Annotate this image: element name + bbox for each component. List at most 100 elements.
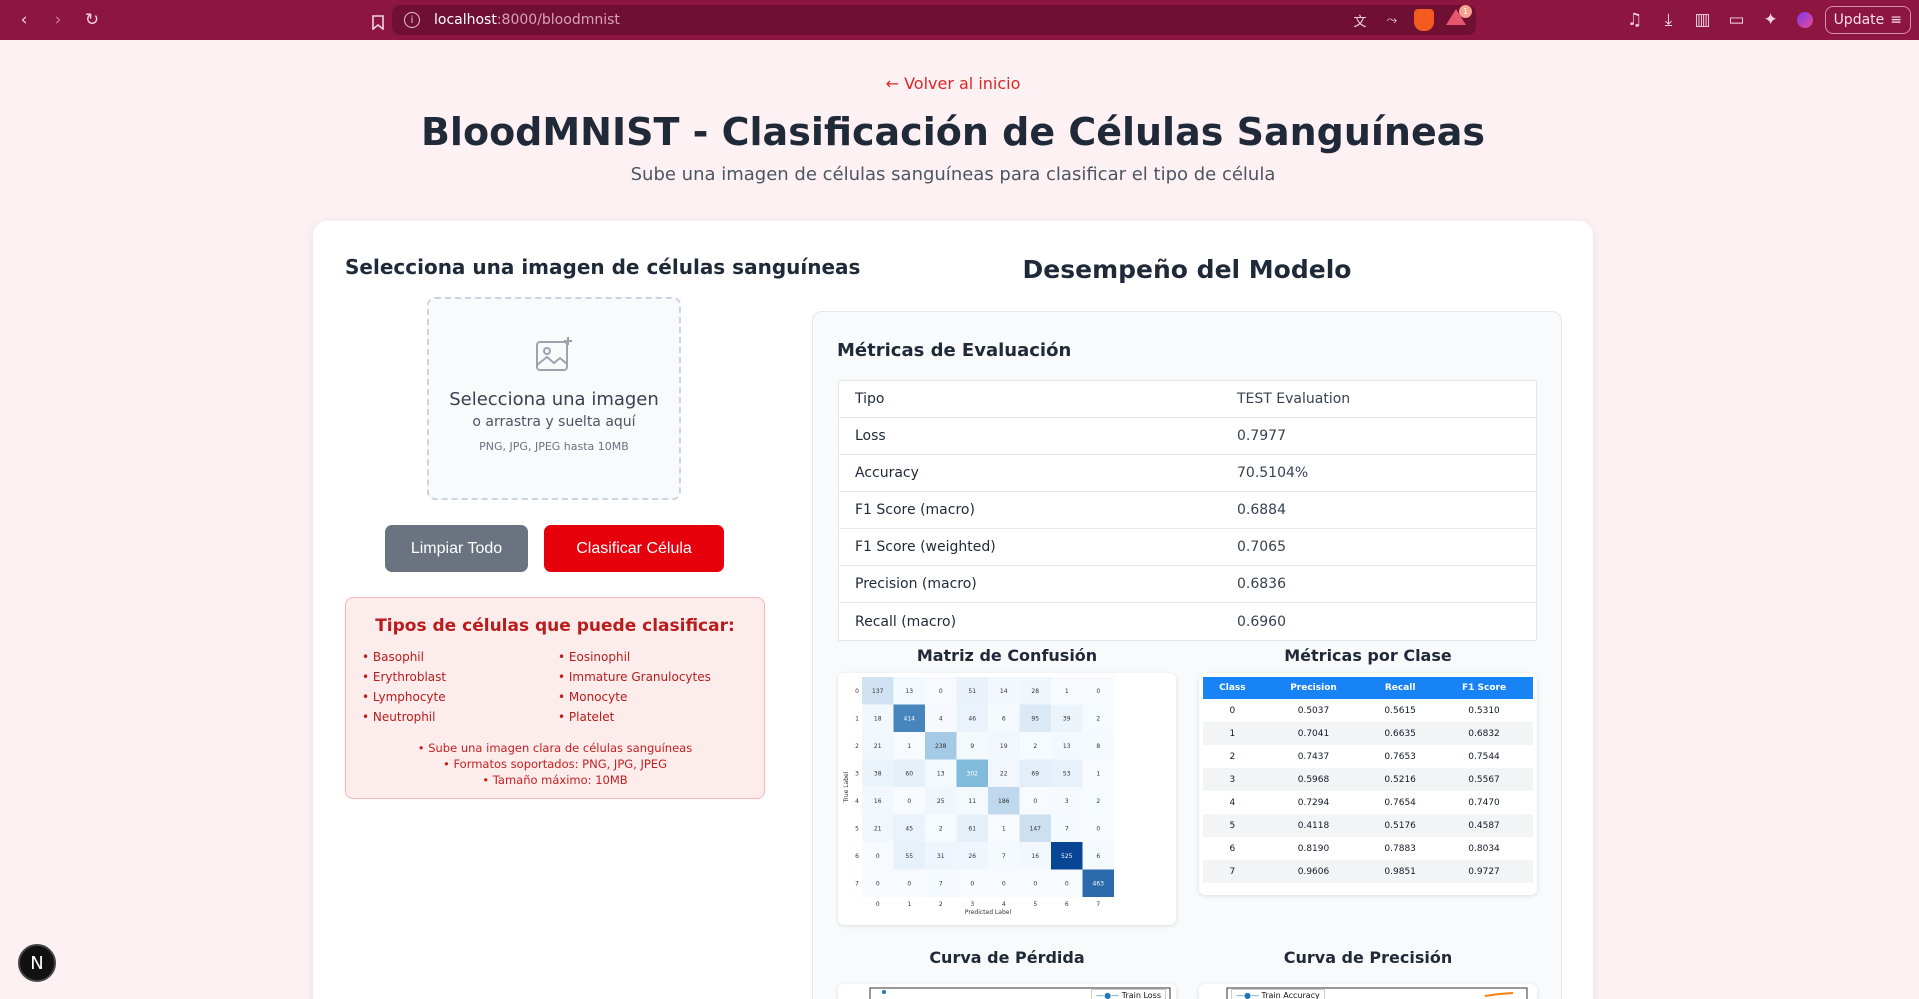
heatmap-value-label: 0 bbox=[876, 880, 880, 887]
y-tick-label: 3 bbox=[855, 770, 859, 777]
heatmap-value-label: 463 bbox=[1093, 880, 1105, 887]
x-tick-label: 1 bbox=[907, 901, 911, 908]
translate-icon[interactable]: 文 bbox=[1350, 9, 1370, 31]
metric-value: 70.5104% bbox=[1237, 465, 1309, 481]
metric-key: Precision (macro) bbox=[855, 576, 977, 592]
metric-row: Recall (macro) 0.6960 bbox=[839, 603, 1536, 640]
accuracy-curve-heading: Curva de Precisión bbox=[1283, 948, 1453, 967]
heatmap-value-label: 13 bbox=[937, 770, 945, 777]
x-tick-label: 6 bbox=[1065, 901, 1069, 908]
heatmap-value-label: 16 bbox=[874, 798, 882, 805]
legend-marker-icon: —●— bbox=[1236, 991, 1259, 999]
table-cell: 2 bbox=[1229, 751, 1236, 762]
heatmap-value-label: 22 bbox=[1000, 770, 1008, 777]
cell-type-item: • Erythroblast bbox=[362, 670, 447, 684]
accuracy-curve-card: —●— Train Accuracy bbox=[1199, 984, 1537, 999]
update-button[interactable]: Update ≡ bbox=[1824, 6, 1911, 34]
table-cell: 0.6832 bbox=[1435, 722, 1533, 745]
update-label: Update bbox=[1833, 12, 1885, 28]
cell-type-item: • Basophil bbox=[362, 650, 424, 664]
metric-key: Recall (macro) bbox=[855, 613, 957, 630]
table-cell: 0.5037 bbox=[1297, 705, 1330, 716]
site-info-icon[interactable]: i bbox=[404, 12, 420, 28]
table-cell: 0.5615 bbox=[1384, 705, 1416, 716]
heatmap-value-label: 11 bbox=[968, 798, 976, 805]
heatmap-value-label: 0 bbox=[907, 798, 911, 805]
heatmap-value-label: 21 bbox=[874, 825, 882, 832]
y-tick-label: 7 bbox=[855, 880, 859, 887]
back-arrow-icon[interactable]: ‹ bbox=[10, 6, 38, 34]
sidebar-icon[interactable]: ▥ bbox=[1689, 6, 1717, 34]
reload-icon[interactable]: ↻ bbox=[78, 6, 106, 34]
classify-cell-button[interactable]: Clasificar Célula bbox=[544, 525, 724, 572]
heatmap-value-label: 38 bbox=[874, 770, 882, 777]
profile-icon[interactable] bbox=[1791, 6, 1819, 34]
heatmap-value-label: 3 bbox=[1065, 798, 1069, 805]
x-axis-label: Predicted Label bbox=[965, 909, 1012, 916]
url-host: localhost bbox=[434, 12, 497, 28]
download-icon[interactable]: ⤓ bbox=[1655, 6, 1683, 34]
rewards-icon[interactable]: 1 bbox=[1446, 5, 1472, 29]
image-plus-icon bbox=[534, 335, 574, 375]
wallet-icon[interactable]: ▭ bbox=[1723, 6, 1751, 34]
performance-panel: Métricas de Evaluación Tipo TEST Evaluati… bbox=[812, 311, 1562, 999]
clear-all-button[interactable]: Limpiar Todo bbox=[385, 525, 528, 572]
x-tick-label: 2 bbox=[939, 901, 943, 908]
metric-value: 0.6960 bbox=[1237, 613, 1286, 630]
heatmap-value-label: 13 bbox=[905, 688, 913, 695]
back-to-home-link[interactable]: ← Volver al inicio bbox=[0, 74, 1906, 93]
bookmark-icon[interactable] bbox=[364, 8, 392, 36]
upload-note: • Sube una imagen clara de células sangu… bbox=[417, 741, 693, 755]
upload-note: • Formatos soportados: PNG, JPG, JPEG bbox=[443, 757, 667, 771]
x-tick-label: 5 bbox=[1033, 901, 1037, 908]
nextjs-devtools-button[interactable]: N bbox=[18, 944, 56, 982]
heatmap-value-label: 7 bbox=[939, 880, 943, 887]
per-class-heading: Métricas por Clase bbox=[1284, 646, 1452, 665]
x-tick-label: 3 bbox=[970, 901, 974, 908]
metric-row: Precision (macro) 0.6836 bbox=[839, 566, 1536, 603]
heatmap-value-label: 28 bbox=[1031, 688, 1039, 695]
heatmap-value-label: 1 bbox=[1096, 770, 1100, 777]
table-cell: 0.4118 bbox=[1261, 814, 1366, 837]
metric-row: Accuracy 70.5104% bbox=[839, 455, 1536, 492]
heatmap-value-label: 6 bbox=[1002, 715, 1006, 722]
y-tick-label: 5 bbox=[855, 825, 859, 832]
table-cell: 0.7470 bbox=[1468, 797, 1500, 808]
cell-type-item: • Eosinophil bbox=[558, 650, 631, 664]
heatmap-value-label: 16 bbox=[1031, 853, 1039, 860]
legend-marker-icon: —●— bbox=[1096, 991, 1120, 999]
table-cell: 0.9851 bbox=[1365, 860, 1436, 883]
table-row: 7 0.9606 0.9851 0.9727 bbox=[1203, 860, 1533, 883]
heatmap-value-label: 2 bbox=[1033, 743, 1037, 750]
ai-sparkle-icon[interactable]: ✦ bbox=[1757, 6, 1785, 34]
table-cell: 0.4587 bbox=[1435, 814, 1533, 837]
metric-row: Loss 0.7977 bbox=[839, 418, 1536, 455]
heatmap-value-label: 21 bbox=[874, 743, 882, 750]
heatmap-value-label: 0 bbox=[1033, 880, 1037, 887]
table-cell: 0.6635 bbox=[1365, 722, 1436, 745]
heatmap-value-label: 525 bbox=[1061, 853, 1073, 860]
address-bar[interactable]: i localhost:8000/bloodmnist 文 ⤳ 1 bbox=[392, 5, 1476, 35]
share-icon[interactable]: ⤳ bbox=[1382, 9, 1402, 31]
table-cell: 3 bbox=[1203, 768, 1262, 791]
page-title: BloodMNIST - Clasificación de Células Sa… bbox=[420, 110, 1486, 154]
heatmap-value-label: 1 bbox=[907, 743, 911, 750]
heatmap-value-label: 8 bbox=[1096, 743, 1100, 750]
forward-arrow-icon[interactable]: › bbox=[44, 6, 72, 34]
cell-type-item: • Neutrophil bbox=[362, 710, 436, 724]
cell-type-item: • Immature Granulocytes bbox=[558, 670, 711, 684]
table-cell: 1 bbox=[1203, 722, 1262, 745]
heatmap-value-label: 4 bbox=[939, 715, 943, 722]
table-cell: 4 bbox=[1229, 797, 1236, 808]
music-icon[interactable]: ♫ bbox=[1621, 6, 1649, 34]
table-row: 0 0.5037 0.5615 0.5310 bbox=[1203, 699, 1533, 722]
image-dropzone[interactable]: Selecciona una imagen o arrastra y suelt… bbox=[427, 297, 681, 500]
heatmap-value-label: 186 bbox=[998, 798, 1010, 805]
brave-shield-icon[interactable] bbox=[1414, 9, 1434, 31]
heatmap-value-label: 414 bbox=[904, 715, 916, 722]
y-tick-label: 1 bbox=[855, 715, 859, 722]
column-header: Precision bbox=[1261, 677, 1366, 699]
heatmap-value-label: 19 bbox=[1000, 743, 1008, 750]
table-row: 3 0.5968 0.5216 0.5567 bbox=[1203, 768, 1533, 791]
heatmap-value-label: 13 bbox=[1063, 743, 1071, 750]
